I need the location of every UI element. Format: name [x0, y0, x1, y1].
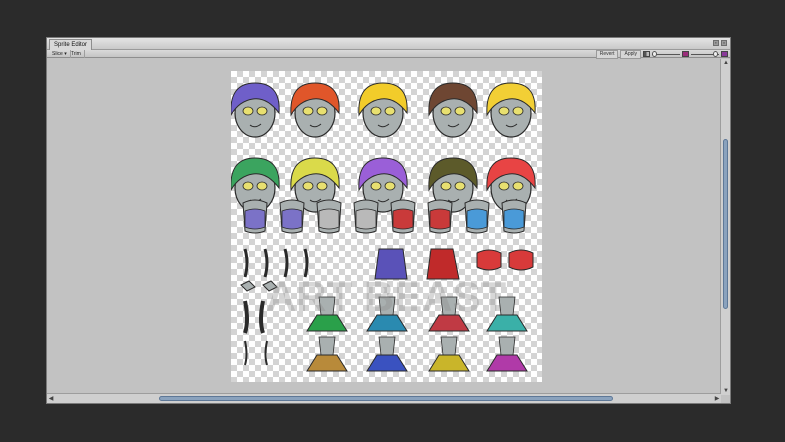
apply-button[interactable]: Apply	[620, 49, 641, 59]
skirt-sprite	[428, 336, 470, 372]
scroll-up-arrow[interactable]: ▲	[721, 59, 731, 67]
hand-sprite	[240, 280, 256, 292]
scroll-down-arrow[interactable]: ▼	[721, 387, 731, 395]
vertical-scroll-thumb[interactable]	[723, 139, 728, 309]
horizontal-scroll-thumb[interactable]	[159, 396, 613, 401]
torso-sprite	[501, 199, 527, 234]
alpha-slider-knob[interactable]	[652, 51, 657, 57]
sprite-sheet-svg: ART BEAST	[231, 82, 536, 372]
bra-sprite	[476, 249, 502, 271]
watermark-text: ART BEAST	[266, 273, 507, 320]
head-sprite	[231, 82, 280, 138]
head-sprite	[358, 82, 408, 138]
torso-sprite	[353, 199, 379, 234]
rgb-alpha-toggle-icon[interactable]	[643, 51, 650, 57]
close-icon[interactable]: ×	[721, 40, 727, 46]
sprite-canvas[interactable]: ART BEAST	[48, 59, 720, 395]
leg-sprite	[244, 340, 268, 366]
toolbar: Slice ▾ Trim Revert Apply	[47, 49, 730, 59]
torso-sprite	[464, 199, 490, 234]
toolbar-right-group: Revert Apply	[595, 49, 728, 59]
torso-sprite	[390, 199, 416, 234]
scroll-left-arrow[interactable]: ◀	[47, 394, 55, 404]
mip-level-icon[interactable]	[682, 51, 689, 57]
revert-button[interactable]: Revert	[595, 49, 619, 59]
scroll-right-arrow[interactable]: ▶	[713, 394, 721, 404]
horizontal-scrollbar[interactable]: ◀ ▶	[47, 393, 721, 403]
torso-sprite	[279, 199, 305, 234]
tab-sprite-editor[interactable]: Sprite Editor	[49, 39, 93, 50]
limb-sprite	[243, 248, 249, 278]
title-bar: Sprite Editor ▪ ×	[47, 38, 730, 50]
alpha-slider[interactable]	[652, 51, 680, 57]
head-sprite	[428, 82, 478, 138]
head-sprite	[290, 82, 340, 138]
skirt-sprite	[366, 336, 408, 372]
torso-sprite	[427, 199, 453, 234]
vertical-scrollbar[interactable]: ▲ ▼	[720, 59, 730, 395]
torso-sprite	[242, 199, 268, 234]
trim-button[interactable]: Trim	[68, 50, 85, 58]
mip-slider-knob[interactable]	[713, 51, 718, 57]
leg-sprite	[243, 300, 265, 334]
mip-level-max-icon[interactable]	[721, 51, 728, 57]
sprite-editor-window: Sprite Editor ▪ × Slice ▾ Trim Revert Ap…	[46, 37, 731, 404]
mip-slider[interactable]	[691, 51, 719, 57]
head-sprite	[486, 82, 536, 138]
skirt-sprite	[306, 336, 348, 372]
bra-sprite	[508, 249, 534, 271]
maximize-icon[interactable]: ▪	[713, 40, 719, 46]
window-controls: ▪ ×	[713, 40, 727, 46]
torso-sprite	[316, 199, 342, 234]
skirt-sprite	[486, 336, 528, 372]
sprite-sheet-texture[interactable]: ART BEAST	[231, 71, 542, 382]
